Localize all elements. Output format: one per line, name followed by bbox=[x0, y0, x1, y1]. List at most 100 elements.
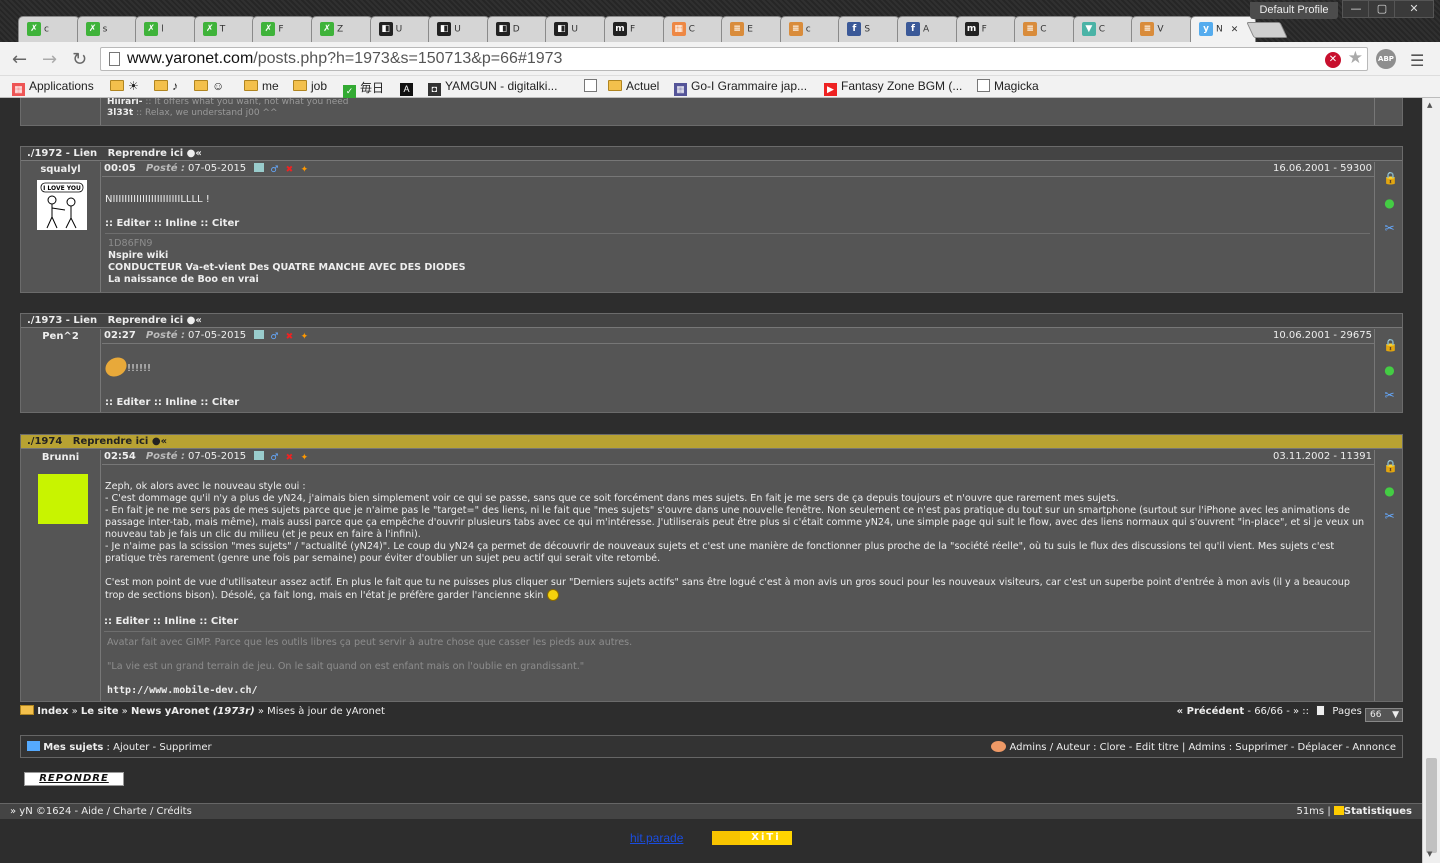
browser-tab[interactable]: ◧ D bbox=[486, 16, 549, 42]
delete-icon[interactable]: ✖ bbox=[284, 166, 294, 175]
address-bar[interactable]: www.yaronet.com/posts.php?h=1973&s=15071… bbox=[100, 47, 1368, 71]
browser-tab[interactable]: y N ✕ bbox=[1190, 16, 1256, 42]
sig-link-3[interactable]: La naissance de Boo en vrai bbox=[108, 274, 259, 285]
post-1974-actions[interactable]: :: Editer :: Inline :: Citer bbox=[104, 616, 238, 627]
browser-tab[interactable]: ▼ C bbox=[1072, 16, 1135, 42]
bookmark-item[interactable]: ▦ Go-I Grammaire jap... bbox=[674, 79, 807, 96]
globe-icon[interactable]: ● bbox=[1383, 197, 1396, 210]
admin-actions[interactable]: Admins / Auteur : Clore - Edit titre | A… bbox=[991, 741, 1396, 753]
globe-icon[interactable]: ● bbox=[1383, 364, 1396, 377]
lock-icon[interactable]: 🔒 bbox=[1383, 460, 1398, 473]
bookmark-item[interactable]: Magicka bbox=[977, 79, 1039, 93]
bookmark-item[interactable] bbox=[584, 79, 601, 93]
male-icon[interactable]: ♂ bbox=[269, 333, 279, 342]
browser-tab[interactable]: ◧ U bbox=[545, 16, 608, 42]
lock-icon[interactable]: 🔒 bbox=[1383, 339, 1398, 352]
medal-icon[interactable]: ✦ bbox=[299, 454, 309, 463]
scroll-up-icon[interactable]: ▲ bbox=[1427, 101, 1432, 109]
page-select[interactable]: 66 ▼ bbox=[1365, 708, 1403, 722]
browser-tab[interactable]: ✗ Z bbox=[311, 16, 373, 42]
scroll-down-icon[interactable]: ▼ bbox=[1427, 850, 1432, 858]
bookmark-item[interactable]: ♪ bbox=[154, 79, 178, 93]
browser-tab[interactable]: ✗ F bbox=[252, 16, 315, 42]
sig-link-2[interactable]: CONDUCTEUR Va-et-vient Des QUATRE MANCHE… bbox=[108, 262, 466, 273]
scissors-icon[interactable]: ✂ bbox=[1383, 222, 1396, 235]
mes-sujets-link[interactable]: Mes sujets bbox=[43, 742, 103, 753]
reply-button[interactable]: REPONDRE bbox=[24, 772, 124, 786]
browser-tab[interactable]: mF bbox=[604, 16, 666, 42]
profile-card-icon[interactable] bbox=[254, 163, 265, 172]
breadcrumb-site[interactable]: Le site bbox=[81, 706, 119, 717]
lock-icon[interactable]: 🔒 bbox=[1383, 172, 1398, 185]
browser-tab[interactable]: ≡ C bbox=[1014, 16, 1077, 42]
tab-close-icon[interactable]: ✕ bbox=[1231, 25, 1239, 35]
author-name[interactable]: squalyl bbox=[40, 164, 80, 175]
scissors-icon[interactable]: ✂ bbox=[1383, 510, 1396, 523]
browser-tab[interactable]: ✗ s bbox=[76, 16, 139, 42]
post-actions[interactable]: :: Editer :: Inline :: Citer bbox=[105, 397, 239, 408]
browser-tab[interactable]: fS bbox=[838, 16, 901, 42]
browser-tab[interactable]: ≡ V bbox=[1131, 16, 1194, 42]
back-icon[interactable]: ← bbox=[12, 49, 27, 70]
browser-tab[interactable]: ✗ c bbox=[18, 16, 80, 42]
sig-link-1[interactable]: Nspire wiki bbox=[108, 250, 168, 261]
browser-tab[interactable]: ◧ U bbox=[369, 16, 432, 42]
forward-icon[interactable]: → bbox=[42, 49, 57, 70]
post-number-link[interactable]: ./1973 - Lien bbox=[27, 315, 97, 326]
post-number-link[interactable]: ./1972 - Lien bbox=[27, 148, 97, 159]
stats-link[interactable]: Statistiques bbox=[1344, 806, 1412, 817]
author-name[interactable]: Pen^2 bbox=[42, 331, 79, 342]
browser-tab[interactable]: fA bbox=[897, 16, 959, 42]
browser-tab[interactable]: ◧ U bbox=[428, 16, 491, 42]
reprendre-link[interactable]: Reprendre ici ●« bbox=[73, 436, 167, 447]
browser-tab[interactable]: mF bbox=[955, 16, 1018, 42]
scrollbar[interactable]: ▲ ▼ bbox=[1422, 98, 1440, 863]
browser-tab[interactable]: ✗ T bbox=[193, 16, 256, 42]
medal-icon[interactable]: ✦ bbox=[299, 166, 309, 175]
bookmark-item[interactable]: ☀ bbox=[110, 79, 139, 93]
bookmark-item[interactable]: job bbox=[293, 79, 327, 93]
breadcrumb-news[interactable]: News yAronet bbox=[131, 706, 210, 717]
hitparade-badge[interactable]: hit.parade XiTi bbox=[630, 831, 792, 845]
browser-tab[interactable]: ✗ l bbox=[135, 16, 198, 42]
delete-icon[interactable]: ✖ bbox=[284, 333, 294, 342]
globe-icon[interactable]: ● bbox=[1383, 485, 1396, 498]
male-icon[interactable]: ♂ bbox=[269, 166, 279, 175]
bookmark-item[interactable]: me bbox=[244, 79, 279, 93]
bookmark-item[interactable]: ✓ 毎日 bbox=[343, 79, 384, 98]
male-icon[interactable]: ♂ bbox=[269, 454, 279, 463]
bookmark-item[interactable]: A bbox=[400, 79, 417, 96]
maximize-button[interactable]: ▢ bbox=[1368, 0, 1396, 18]
close-window-button[interactable]: ✕ bbox=[1394, 0, 1434, 18]
profile-card-icon[interactable] bbox=[254, 330, 265, 339]
author-name[interactable]: Brunni bbox=[42, 452, 79, 463]
post-number-link[interactable]: ./1974 bbox=[27, 436, 62, 447]
adblock-icon[interactable]: ABP bbox=[1376, 49, 1396, 69]
prev-link[interactable]: « Précédent bbox=[1177, 706, 1245, 717]
medal-icon[interactable]: ✦ bbox=[299, 333, 309, 342]
reprendre-link[interactable]: Reprendre ici ●« bbox=[108, 315, 202, 326]
bookmark-item[interactable]: ▦ Applications bbox=[12, 79, 94, 96]
post-actions[interactable]: :: Editer :: Inline :: Citer bbox=[105, 218, 239, 229]
reload-icon[interactable]: ↻ bbox=[72, 49, 87, 70]
breadcrumb-index[interactable]: Index bbox=[37, 706, 68, 717]
reprendre-link[interactable]: Reprendre ici ●« bbox=[108, 148, 202, 159]
menu-icon[interactable]: ☰ bbox=[1410, 51, 1424, 70]
stop-icon[interactable]: ✕ bbox=[1325, 52, 1341, 68]
browser-tab[interactable]: ≡ c bbox=[779, 16, 842, 42]
bookmark-item[interactable]: Actuel bbox=[608, 79, 659, 93]
browser-tab[interactable]: ▦ C bbox=[662, 16, 725, 42]
bookmark-item[interactable]: ☺ bbox=[194, 79, 224, 93]
supprimer-link[interactable]: Supprimer bbox=[159, 742, 211, 753]
browser-tab[interactable]: ≡ E bbox=[721, 16, 784, 42]
ajouter-link[interactable]: Ajouter bbox=[113, 742, 149, 753]
bookmark-item[interactable]: ◘ YAMGUN - digitalki... bbox=[428, 79, 557, 96]
scroll-thumb[interactable] bbox=[1426, 758, 1437, 853]
bookmark-item[interactable]: ▶ Fantasy Zone BGM (... bbox=[824, 79, 962, 96]
minimize-button[interactable]: — bbox=[1342, 0, 1370, 18]
profile-button[interactable]: Default Profile bbox=[1250, 2, 1338, 19]
star-icon[interactable]: ★ bbox=[1348, 48, 1363, 68]
new-tab-button[interactable] bbox=[1246, 22, 1288, 38]
sig-link[interactable]: http://www.mobile-dev.ch/ bbox=[107, 685, 1371, 697]
delete-icon[interactable]: ✖ bbox=[284, 454, 294, 463]
